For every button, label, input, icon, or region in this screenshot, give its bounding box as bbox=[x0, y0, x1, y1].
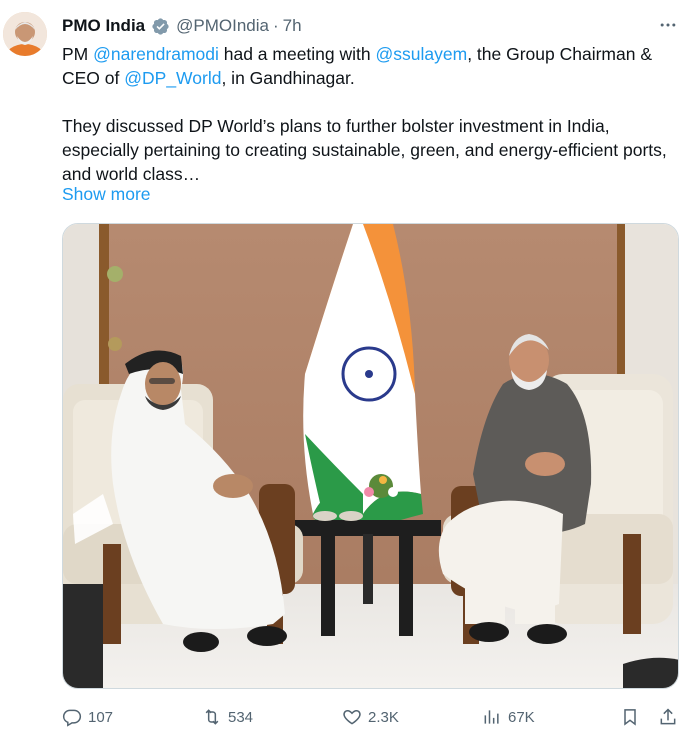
mention-narendramodi[interactable]: @narendramodi bbox=[93, 44, 219, 64]
text-span: PM bbox=[62, 44, 94, 64]
views-count: 67K bbox=[508, 708, 535, 726]
repost-icon bbox=[205, 709, 219, 725]
reply-button[interactable]: 107 bbox=[62, 707, 113, 727]
show-more-link[interactable]: Show more bbox=[62, 184, 151, 205]
tweet-paragraph-1: PM @narendramodi had a meeting with @ssu… bbox=[62, 42, 684, 90]
views-button[interactable]: 67K bbox=[482, 707, 535, 727]
share-button[interactable] bbox=[658, 707, 684, 727]
tweet-paragraph-2: They discussed DP World’s plans to furth… bbox=[62, 116, 667, 184]
tweet-action-bar: 107 534 2.3K 67K bbox=[62, 702, 684, 732]
repost-count: 534 bbox=[228, 708, 254, 726]
repost-button[interactable]: 534 bbox=[202, 707, 253, 727]
tweet-text: PM @narendramodi had a meeting with @ssu… bbox=[62, 42, 684, 186]
author-handle[interactable]: @PMOIndia bbox=[176, 16, 269, 36]
author-avatar[interactable] bbox=[3, 12, 47, 56]
views-chart-icon bbox=[484, 710, 499, 724]
share-icon bbox=[660, 708, 676, 725]
mention-dp-world[interactable]: @DP_World bbox=[124, 68, 221, 88]
heart-icon bbox=[343, 709, 361, 725]
tweet-header: PMO India @PMOIndia · 7h bbox=[62, 14, 681, 38]
text-span: had a meeting with bbox=[218, 44, 376, 64]
reply-icon bbox=[62, 709, 82, 727]
tweet-photo[interactable] bbox=[62, 223, 679, 689]
more-options-icon[interactable] bbox=[657, 14, 679, 36]
verified-badge-icon[interactable] bbox=[151, 17, 170, 36]
bookmark-button[interactable] bbox=[620, 707, 646, 727]
separator-dot: · bbox=[272, 16, 279, 35]
like-button[interactable]: 2.3K bbox=[342, 707, 399, 727]
author-name[interactable]: PMO India bbox=[62, 16, 145, 36]
reply-count: 107 bbox=[88, 708, 114, 726]
like-count: 2.3K bbox=[368, 708, 399, 726]
bookmark-icon bbox=[624, 709, 636, 726]
timestamp[interactable]: 7h bbox=[283, 16, 302, 36]
text-span: , in Gandhinagar. bbox=[221, 68, 355, 88]
mention-ssulayem[interactable]: @ssulayem bbox=[376, 44, 468, 64]
